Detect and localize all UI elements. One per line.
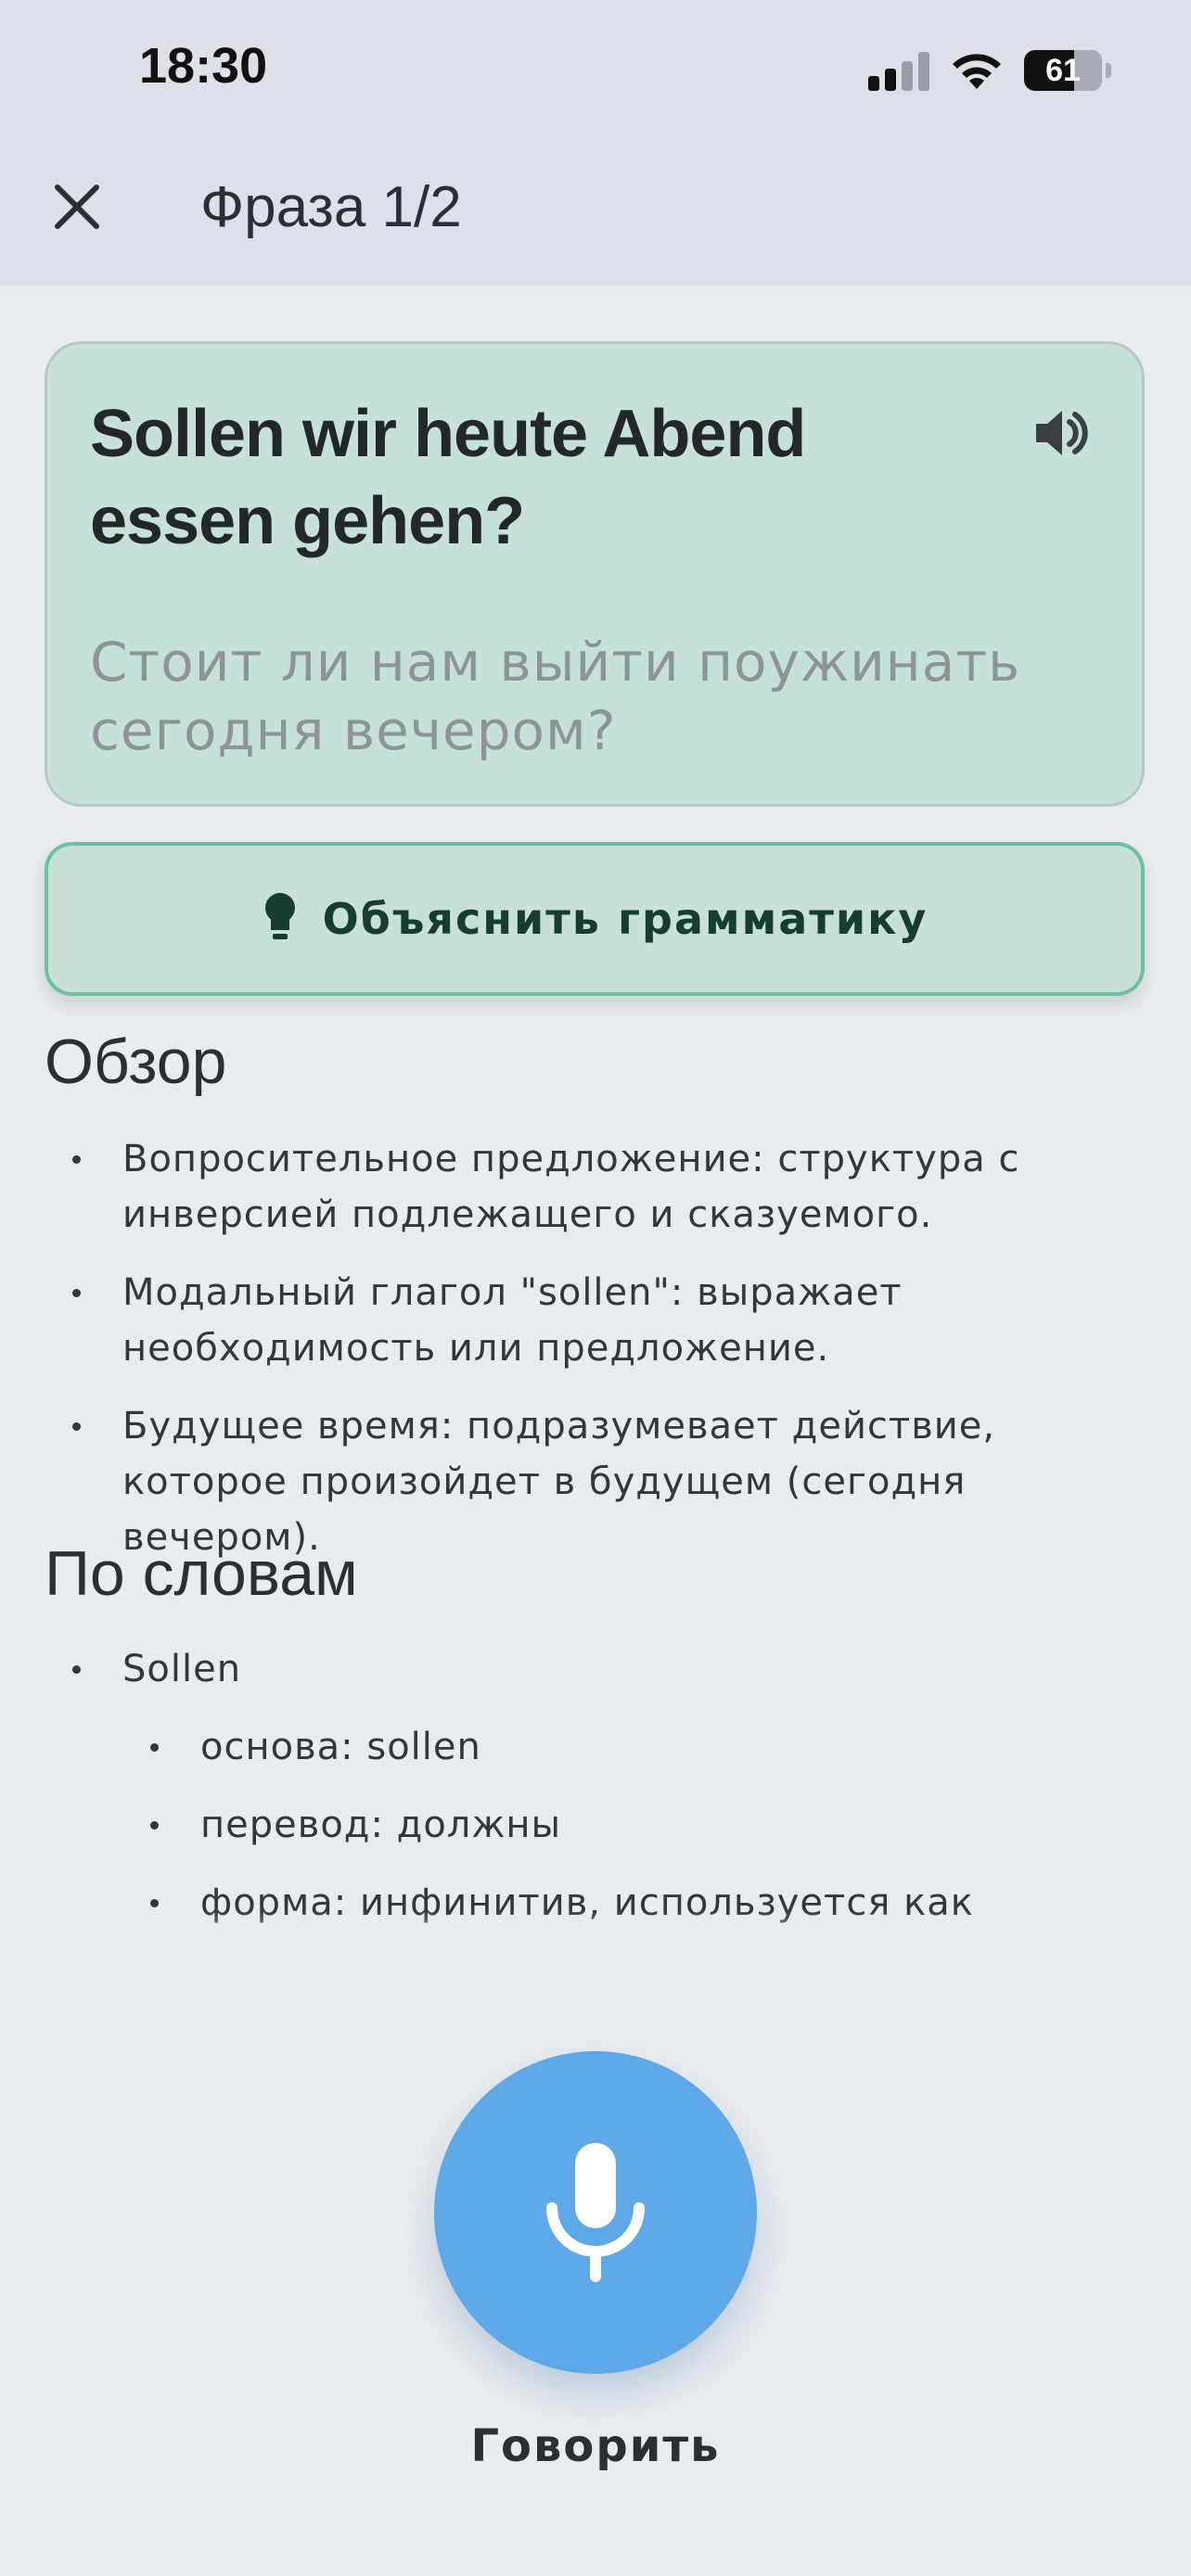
phrase-card: Sollen wir heute Abend essen gehen? Стои… [45, 341, 1145, 807]
phrase-translation: Стоит ли нам выйти поужинать сегодня веч… [90, 631, 1021, 762]
close-icon[interactable] [46, 176, 108, 237]
battery-level: 61 [1045, 52, 1081, 88]
list-item: Модальный глагол "sollen": выражает необ… [45, 1265, 1121, 1376]
word-detail-text: основа: sollen [200, 1726, 481, 1768]
status-icons: 61 [868, 43, 1111, 98]
by-words-heading: По словам [45, 1538, 358, 1609]
scroll-fade [0, 1910, 1191, 1975]
explain-grammar-button[interactable]: Объяснить грамматику [45, 842, 1145, 996]
battery-icon: 61 [1024, 50, 1111, 91]
list-item: основа: sollen [122, 1719, 1191, 1775]
list-item: Sollen [45, 1641, 1121, 1697]
word-detail-text: перевод: должны [200, 1804, 562, 1846]
page-title: Фраза 1/2 [200, 175, 462, 239]
list-item: перевод: должны [122, 1797, 1191, 1853]
phrase-german: Sollen wir heute Abend essen gehen? [90, 397, 806, 558]
overview-item-text: Модальный глагол "sollen": выражает необ… [122, 1271, 903, 1370]
speak-label: Говорить [470, 2420, 721, 2472]
lightbulb-icon [264, 893, 295, 939]
list-item: Вопросительное предложение: структура с … [45, 1131, 1121, 1243]
microphone-icon [546, 2143, 645, 2282]
overview-item-text: Будущее время: подразумевает действие, к… [122, 1405, 996, 1559]
cellular-signal-icon [868, 50, 929, 91]
top-bar: 18:30 61 Фраза 1/2 [0, 0, 1191, 286]
overview-list: Вопросительное предложение: структура с … [45, 1131, 1121, 1588]
status-time: 18:30 [139, 38, 268, 94]
words-list: Sollen [45, 1641, 1121, 1719]
speaker-icon[interactable] [1032, 403, 1092, 463]
overview-item-text: Вопросительное предложение: структура с … [122, 1138, 1020, 1236]
overview-heading: Обзор [45, 1027, 227, 1097]
word-text: Sollen [122, 1648, 242, 1690]
speak-button[interactable] [434, 2051, 757, 2374]
wifi-icon [953, 54, 1001, 89]
explain-grammar-label: Объяснить грамматику [322, 894, 928, 944]
